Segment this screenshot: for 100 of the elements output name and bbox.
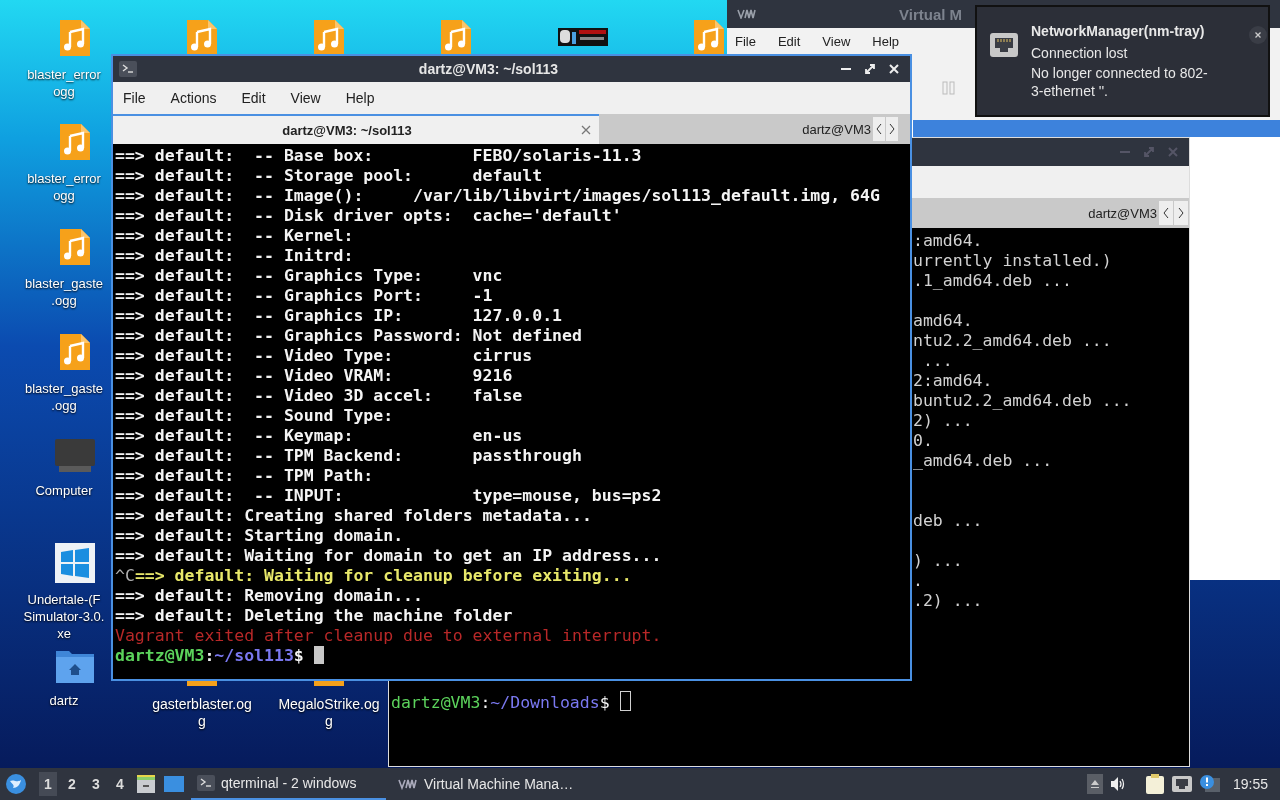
vm-logo-icon (737, 9, 757, 19)
menu-item[interactable]: Edit (241, 90, 266, 106)
terminal-line: 2) ... (913, 411, 973, 430)
prompt-text: dartz@VM3 (391, 693, 481, 712)
terminal-text: ==> default: Waiting for domain to get an IP address... (115, 546, 662, 565)
terminal-text: ==> default: -- Video 3D accel: false (115, 386, 523, 405)
menu-item[interactable]: View (290, 90, 321, 106)
prompt-text: ~/Downloads (490, 693, 600, 712)
terminal-text: ==> default: -- TPM Backend: passthrough (115, 446, 582, 465)
terminal-text: Vagrant exited after cleanup due to external interrupt. (115, 626, 662, 645)
terminal-text: ==> default: -- Sound Type: (115, 406, 394, 425)
notification-icon[interactable] (1198, 774, 1221, 794)
ethernet-port-icon (989, 32, 1019, 58)
terminal-line: 2:amd64. (913, 371, 993, 390)
terminal-line: . (913, 571, 923, 590)
menu-item[interactable]: Help (345, 90, 375, 106)
menu-item[interactable]: Edit (777, 34, 801, 49)
terminal-text: dartz@VM3 (115, 646, 205, 665)
file-name: blaster_error ogg (26, 66, 102, 100)
terminal-text: ==> default: -- INPUT: type=mouse, bus=ps2 (115, 486, 662, 505)
terminal-line: _amd64.deb ... (913, 451, 1053, 470)
windows-logo-icon[interactable] (55, 543, 95, 583)
text-cursor (313, 646, 324, 664)
chevron-right-icon[interactable] (1174, 201, 1188, 225)
menu-item[interactable]: File (735, 34, 756, 49)
terminal-text: ==> default: -- Image(): /var/lib/libvirt/images/sol113_default.img, 64G (115, 186, 880, 205)
chevron-right-icon[interactable] (886, 117, 898, 141)
terminal-line: .2) ... (913, 591, 983, 610)
notification-title: NetworkManager(nm-tray) (1031, 22, 1206, 40)
file-name: MegaloStrike.og g (277, 696, 381, 730)
file-name: blaster_gaste .ogg (23, 380, 105, 414)
terminal-text: ==> default: -- TPM Path: (115, 466, 374, 485)
speaker-icon[interactable] (1108, 776, 1127, 792)
file-name: blaster_gaste .ogg (23, 275, 105, 309)
file-name: dartz (48, 692, 80, 709)
terminal-text: ==> default: -- Graphics Type: vnc (115, 266, 503, 285)
terminal-text: ==> default: -- Disk driver opts: cache='default' (115, 206, 622, 225)
terminal-line: buntu2.2_amd64.deb ... (913, 391, 1132, 410)
terminal-icon (119, 61, 137, 77)
window-icon[interactable] (163, 774, 185, 794)
chevron-left-icon[interactable] (873, 117, 885, 141)
file-name: Computer (34, 482, 94, 499)
terminal-line: amd64. (913, 311, 973, 330)
window-title: dartz@VM3: ~/sol113 (418, 61, 559, 77)
terminal-line: :amd64. (913, 231, 983, 250)
menu-item[interactable]: File (123, 90, 146, 106)
terminal-text: ==> default: -- Graphics Port: -1 (115, 286, 493, 305)
prompt-text: $ (599, 693, 611, 712)
terminal-text: ==> default: -- Base box: FEBO/solaris-11.3 (115, 146, 642, 165)
ethernet-port-icon[interactable] (1170, 775, 1193, 793)
workspace-button[interactable]: 4 (111, 772, 129, 796)
close-icon[interactable] (1249, 26, 1267, 44)
start-menu-icon[interactable] (5, 773, 27, 795)
terminal-line: ... (921, 351, 953, 370)
menu-item[interactable]: Help (872, 34, 900, 49)
taskbar-button[interactable]: qterminal - 2 windows (191, 768, 386, 800)
terminal-line: deb ... (913, 511, 983, 530)
file-name: blaster_error ogg (26, 170, 102, 204)
terminal-text: ==> default: Deleting the machine folder (115, 606, 513, 625)
window-title: Virtual M (899, 5, 963, 23)
workspace-button[interactable]: 1 (39, 772, 57, 796)
terminal-text: ~/sol113 (214, 646, 294, 665)
terminal-text: ==> default: -- Video Type: cirrus (115, 346, 533, 365)
clock: 19:55 (1232, 776, 1268, 792)
audio-file-icon[interactable] (58, 332, 92, 372)
file-cabinet-icon[interactable] (135, 773, 157, 795)
terminal-line: ) ... (913, 551, 963, 570)
home-folder-icon[interactable] (55, 648, 95, 684)
tab[interactable]: dartz@VM3: ~/sol113 (113, 114, 599, 144)
terminal-text: ==> default: Removing domain... (115, 586, 423, 605)
terminal-text: ==> default: -- Keymap: en-us (115, 426, 523, 445)
terminal-line: urrently installed.) (913, 251, 1112, 270)
tab[interactable]: dartz@VM3 (1088, 205, 1157, 221)
terminal-text: $ (293, 646, 305, 665)
taskbar-button[interactable]: Virtual Machine Mana… (392, 768, 587, 800)
workspace-button[interactable]: 3 (87, 772, 105, 796)
terminal-text: ==> default: -- Storage pool: default (115, 166, 543, 185)
file-name: Undertale-(F Simulator-3.0. xe (22, 591, 106, 642)
terminal-text: ==> default: -- Kernel: (115, 226, 354, 245)
terminal-text: ==> default: Starting domain. (115, 526, 404, 545)
terminal-text: ==> default: -- Video VRAM: 9216 (115, 366, 513, 385)
terminal-text: ==> default: -- Graphics Password: Not defined (115, 326, 582, 345)
clipboard-icon[interactable] (1144, 773, 1165, 795)
terminal-text: ^C (115, 566, 135, 585)
terminal-text: ==> default: -- Initrd: (115, 246, 354, 265)
terminal-text: ==> default: -- Graphics IP: 127.0.0.1 (115, 306, 563, 325)
terminal-text: ==> default: Creating shared folders metadata... (115, 506, 592, 525)
terminal-line: 0. (913, 431, 933, 450)
notification-summary: Connection lost (1031, 44, 1129, 62)
terminal-line: ntu2.2_amd64.deb ... (913, 331, 1112, 350)
menu-item[interactable]: Actions (170, 90, 217, 106)
terminal-text: ==> default: Waiting for cleanup before exiting... (134, 566, 632, 585)
menu-item[interactable]: View (822, 34, 851, 49)
workspace-button[interactable]: 2 (63, 772, 81, 796)
notification-message: No longer connected to 802-3-ethernet ''. (1031, 64, 1209, 100)
text-cursor (619, 691, 631, 711)
audio-file-icon[interactable] (58, 227, 92, 267)
chevron-left-icon[interactable] (1159, 201, 1173, 225)
file-name: gasterblaster.og g (151, 696, 253, 730)
prompt-text: : (480, 693, 491, 712)
